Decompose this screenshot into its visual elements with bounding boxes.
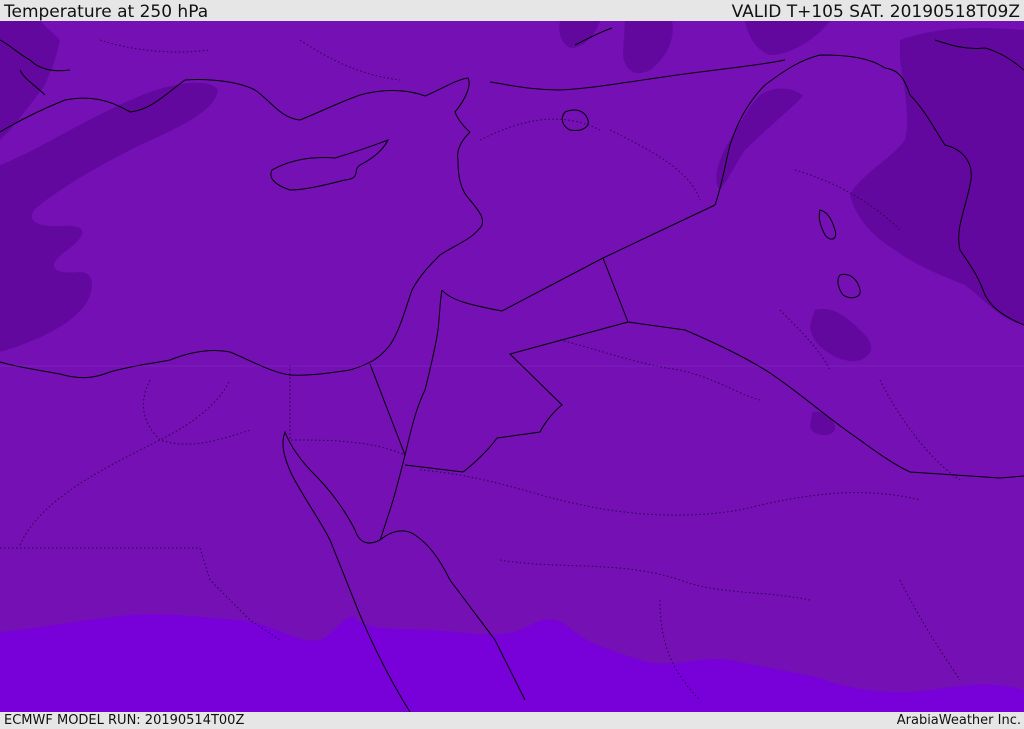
map-canvas <box>0 21 1024 712</box>
temperature-map[interactable] <box>0 21 1024 712</box>
header-bar: Temperature at 250 hPa VALID T+105 SAT. … <box>0 0 1024 21</box>
model-run-label: ECMWF MODEL RUN: 20190514T00Z <box>4 713 245 728</box>
valid-time: VALID T+105 SAT. 20190518T09Z <box>731 2 1020 22</box>
credit-label: ArabiaWeather Inc. <box>896 713 1021 728</box>
map-title: Temperature at 250 hPa <box>4 2 209 22</box>
footer-bar: ECMWF MODEL RUN: 20190514T00Z ArabiaWeat… <box>0 712 1024 729</box>
